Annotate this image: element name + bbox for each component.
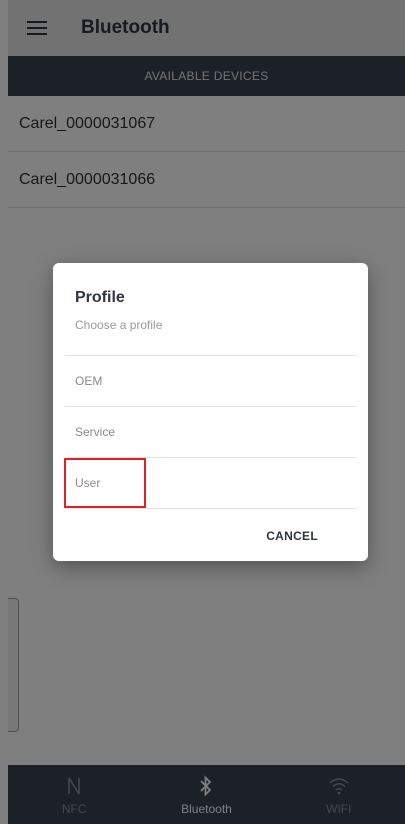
dialog-title: Profile <box>75 289 125 306</box>
cancel-button[interactable]: CANCEL <box>266 529 318 543</box>
profile-option-oem[interactable]: OEM <box>65 355 357 406</box>
dialog-subtitle: Choose a profile <box>75 318 163 332</box>
app-screen: Bluetooth AVAILABLE DEVICES Carel_000003… <box>0 0 405 824</box>
dialog-divider <box>65 508 357 509</box>
profile-option-service[interactable]: Service <box>65 406 357 457</box>
highlight-annotation-box <box>64 458 146 508</box>
profile-dialog: Profile Choose a profile OEM Service Use… <box>53 263 368 561</box>
